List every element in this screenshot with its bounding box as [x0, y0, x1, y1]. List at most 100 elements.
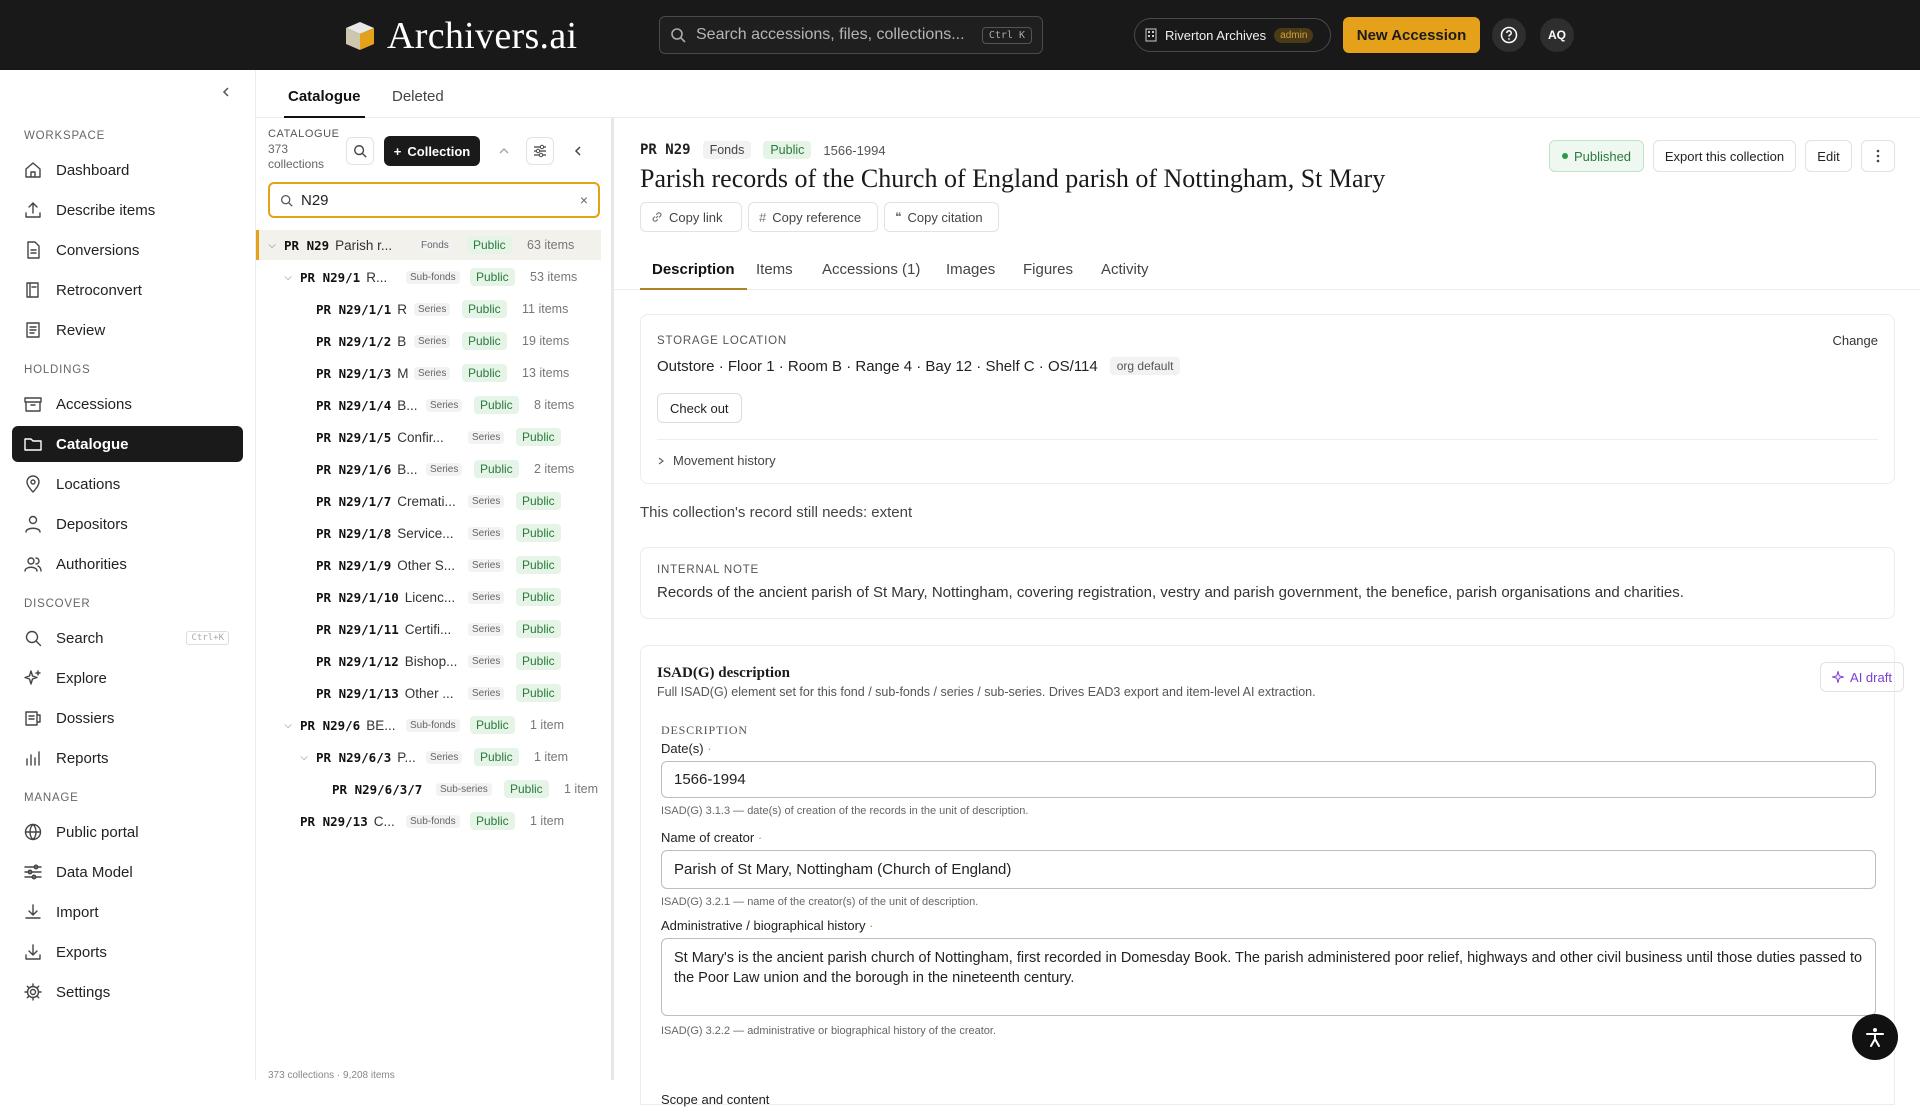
sidebar-item-import[interactable]: Import [12, 894, 243, 930]
tree-row[interactable]: PR N29/1/9 Other S... Series Public [256, 550, 601, 580]
check-out-button[interactable]: Check out [657, 393, 742, 423]
sidebar-item-data-model[interactable]: Data Model [12, 854, 243, 890]
sidebar-item-accessions[interactable]: Accessions [12, 386, 243, 422]
new-accession-button[interactable]: New Accession [1343, 17, 1480, 53]
chevron-right-icon [657, 457, 665, 465]
tree-row[interactable]: PR N29/6/3/7 Sub-series Public 1 item [256, 774, 601, 804]
chevron-down-icon[interactable]: ⌵ [282, 272, 294, 283]
tab-catalogue[interactable]: Catalogue [284, 88, 365, 118]
tree-row-ref: PR N29/1/12 [316, 653, 399, 669]
tree-row[interactable]: PR N29/1/10 Licenc... Series Public [256, 582, 601, 612]
more-options-button[interactable] [1861, 140, 1895, 172]
org-switcher[interactable]: Riverton Archives admin [1134, 18, 1331, 52]
tree-row[interactable]: PR N29/1/8 Service... Series Public [256, 518, 601, 548]
tree-row-title: M [397, 365, 409, 381]
tree-row[interactable]: PR N29/1/7 Cremati... Series Public [256, 486, 601, 516]
copy-citation-button[interactable]: ❝ Copy citation [884, 202, 999, 232]
tree-search-button[interactable] [346, 137, 374, 165]
sidebar-item-public-portal[interactable]: Public portal [12, 814, 243, 850]
sidebar-item-search[interactable]: Search Ctrl+K [12, 620, 243, 656]
tree-row[interactable]: PR N29/1/5 Confir... Series Public [256, 422, 601, 452]
public-badge: Public [470, 268, 515, 286]
collapse-all-button[interactable] [490, 137, 518, 165]
tree-row[interactable]: PR N29/1/3 M Series Public 13 items [256, 358, 601, 388]
search-icon [280, 194, 293, 207]
global-search-input[interactable]: Search accessions, files, collections...… [659, 16, 1043, 54]
tab-images[interactable]: Images [946, 261, 995, 278]
sidebar-item-locations[interactable]: Locations [12, 466, 243, 502]
tab-accessions[interactable]: Accessions (1) [822, 261, 920, 278]
sidebar-item-describe-items[interactable]: Describe items [12, 192, 243, 228]
sidebar-item-explore[interactable]: Explore [12, 660, 243, 696]
help-icon[interactable] [1492, 18, 1526, 52]
level-badge: Series [468, 430, 505, 444]
description-section-label: DESCRIPTION [661, 723, 748, 737]
tab-activity[interactable]: Activity [1101, 261, 1149, 278]
export-collection-button[interactable]: Export this collection [1653, 140, 1796, 172]
tree-row[interactable]: ⌵ PR N29/1 R... Sub-fonds Public 53 items [256, 262, 601, 292]
copy-link-button[interactable]: Copy link [640, 202, 742, 232]
chevron-down-icon[interactable]: ⌵ [282, 720, 294, 731]
sidebar-item-depositors[interactable]: Depositors [12, 506, 243, 542]
creator-field: Name of creator · Parish of St Mary, Not… [661, 830, 1876, 908]
published-label: Published [1573, 148, 1632, 164]
tree-row[interactable]: PR N29/1/12 Bishop... Series Public [256, 646, 601, 676]
internal-note-label: INTERNAL NOTE [657, 564, 759, 576]
history-textarea[interactable]: St Mary's is the ancient parish church o… [661, 938, 1876, 1016]
link-icon [651, 211, 663, 223]
chevron-down-icon[interactable]: ⌵ [298, 752, 310, 763]
tree-filter-input[interactable]: N29 × [268, 182, 600, 218]
dates-input[interactable]: 1566-1994 [661, 761, 1876, 798]
tree-row[interactable]: ⌵ PR N29/6 BE... Sub-fonds Public 1 item [256, 710, 601, 740]
sidebar-item-label: Exports [56, 943, 107, 961]
creator-input[interactable]: Parish of St Mary, Nottingham (Church of… [661, 850, 1876, 889]
tree-row[interactable]: PR N29/1/4 B... Series Public 8 items [256, 390, 601, 420]
sidebar-item-authorities[interactable]: Authorities [12, 546, 243, 582]
ai-draft-button[interactable]: AI draft [1820, 662, 1904, 692]
sidebar-item-settings[interactable]: Settings [12, 974, 243, 1010]
add-collection-button[interactable]: + Collection [384, 136, 480, 166]
level-badge: Series [426, 750, 463, 764]
sidebar-item-catalogue[interactable]: Catalogue [12, 426, 243, 462]
sidebar-item-label: Public portal [56, 823, 139, 841]
collapse-sidebar-icon[interactable] [220, 86, 232, 98]
sidebar-item-exports[interactable]: Exports [12, 934, 243, 970]
sidebar-item-retroconvert[interactable]: Retroconvert [12, 272, 243, 308]
tree-row[interactable]: ⌵ PR N29/6/3 P... Series Public 1 item [256, 742, 601, 772]
sidebar-item-dashboard[interactable]: Dashboard [12, 152, 243, 188]
sidebar-section-discover: DISCOVER [24, 598, 91, 610]
clear-filter-icon[interactable]: × [580, 192, 588, 208]
sidebar-item-reports[interactable]: Reports [12, 740, 243, 776]
sidebar-item-conversions[interactable]: Conversions [12, 232, 243, 268]
change-location-button[interactable]: Change [1832, 333, 1878, 348]
movement-history-toggle[interactable]: Movement history [657, 453, 776, 468]
sidebar-item-review[interactable]: Review [12, 312, 243, 348]
sliders-icon [24, 863, 42, 881]
tree-row[interactable]: PR N29/13 C... Sub-fonds Public 1 item [256, 806, 601, 836]
tab-description[interactable]: Description [640, 261, 746, 290]
tab-deleted[interactable]: Deleted [392, 88, 444, 105]
download-icon [24, 903, 42, 921]
accessibility-button[interactable] [1852, 1014, 1898, 1060]
tree-row-title: P... [397, 749, 416, 765]
user-avatar[interactable]: AQ [1540, 18, 1574, 52]
app-logo[interactable]: Archivers.ai [343, 14, 577, 58]
tree-filter-button[interactable] [526, 137, 554, 165]
tree-row-ref: PR N29/6 [300, 717, 361, 733]
search-icon [670, 27, 686, 43]
sidebar-item-dossiers[interactable]: Dossiers [12, 700, 243, 736]
edit-button[interactable]: Edit [1805, 140, 1852, 172]
tree-row[interactable]: PR N29/1/13 Other ... Series Public [256, 678, 601, 708]
tab-items[interactable]: Items [756, 261, 793, 278]
tree-row[interactable]: ⌵ PR N29 Parish r... Fonds Public 63 items [256, 230, 601, 260]
chevron-down-icon[interactable]: ⌵ [266, 240, 278, 251]
tree-row[interactable]: PR N29/1/2 B Series Public 19 items [256, 326, 601, 356]
tree-row[interactable]: PR N29/1/6 B... Series Public 2 items [256, 454, 601, 484]
tree-row[interactable]: PR N29/1/1 R Series Public 11 items [256, 294, 601, 324]
tab-figures[interactable]: Figures [1023, 261, 1073, 278]
sparkle-icon [1832, 671, 1845, 683]
search-icon [353, 144, 367, 158]
collapse-tree-button[interactable] [564, 137, 592, 165]
tree-row[interactable]: PR N29/1/11 Certifi... Series Public [256, 614, 601, 644]
copy-reference-button[interactable]: # Copy reference [748, 202, 878, 232]
